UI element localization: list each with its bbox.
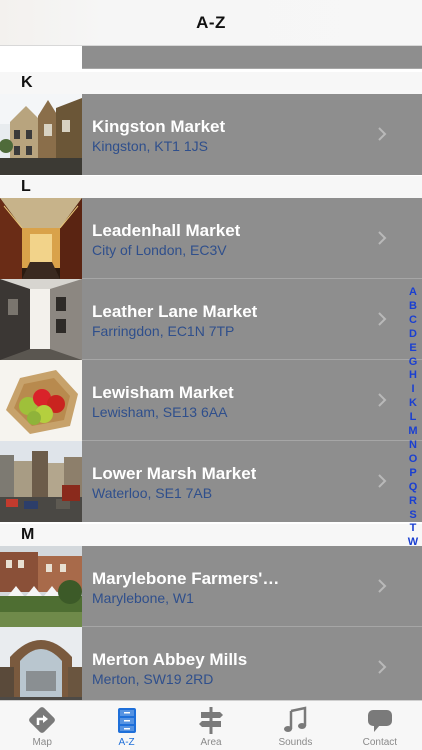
index-letter[interactable]: O (409, 453, 418, 467)
speech-bubble-icon (364, 705, 396, 735)
chevron-right-icon (378, 660, 387, 674)
row-separator (82, 68, 422, 69)
market-name: Leather Lane Market (92, 302, 258, 321)
index-letter[interactable]: E (409, 342, 416, 356)
tab-sounds[interactable]: Sounds (253, 701, 337, 750)
chevron-right-icon (378, 579, 387, 593)
market-address: Merton, SW19 2RD (92, 671, 214, 687)
index-letter[interactable]: A (409, 286, 417, 300)
tab-map[interactable]: Map (0, 701, 84, 750)
tab-label: A-Z (118, 737, 135, 748)
index-letter[interactable]: C (409, 314, 417, 328)
list-item-lower-marsh-market[interactable]: Lower Marsh Market Waterloo, SE1 7AB (0, 441, 422, 522)
market-name: Marylebone Farmers' Market (92, 569, 282, 588)
index-letter[interactable]: P (409, 467, 416, 481)
index-letter[interactable]: B (409, 300, 417, 314)
market-thumbnail (0, 198, 82, 279)
market-thumbnail (0, 94, 82, 175)
index-letter[interactable]: W (408, 536, 418, 550)
index-letter[interactable]: N (409, 439, 417, 453)
index-letter[interactable]: L (410, 411, 417, 425)
market-name: Merton Abbey Mills (92, 650, 248, 669)
chevron-right-icon (378, 312, 387, 326)
market-thumbnail (0, 46, 82, 69)
list-item-leadenhall-market[interactable]: Leadenhall Market City of London, EC3V (0, 198, 422, 279)
market-thumbnail (0, 279, 82, 360)
list-item[interactable] (0, 46, 422, 69)
market-name: Lewisham Market (92, 383, 234, 402)
page-title: A-Z (196, 12, 226, 32)
market-list[interactable]: I K Kingston Market Kin (0, 46, 422, 700)
index-letter[interactable]: S (409, 509, 416, 523)
index-letter[interactable]: G (409, 356, 418, 370)
list-item-leather-lane-market[interactable]: Leather Lane Market Farringdon, EC1N 7TP (0, 279, 422, 360)
navigation-bar: A-Z (0, 0, 422, 46)
market-address: Lewisham, SE13 6AA (92, 404, 228, 420)
tab-area[interactable]: Area (169, 701, 253, 750)
tab-a-z[interactable]: A-Z (84, 701, 168, 750)
index-letter[interactable]: K (409, 397, 417, 411)
tab-contact[interactable]: Contact (338, 701, 422, 750)
market-thumbnail (0, 546, 82, 627)
market-address: Kingston, KT1 1JS (92, 138, 208, 154)
cabinet-icon (111, 705, 143, 735)
chevron-right-icon (378, 474, 387, 488)
index-letter[interactable]: I (411, 383, 414, 397)
tab-label: Map (32, 737, 52, 748)
index-letter[interactable]: Q (409, 481, 418, 495)
map-icon (26, 705, 58, 735)
section-header-k: K (0, 72, 422, 94)
index-letter[interactable]: D (409, 328, 417, 342)
chevron-right-icon (378, 393, 387, 407)
market-address: Farringdon, EC1N 7TP (92, 323, 235, 339)
index-letter[interactable]: T (410, 522, 417, 536)
index-letter[interactable]: M (408, 425, 417, 439)
market-name: Kingston Market (92, 117, 226, 136)
section-header-l: L (0, 176, 422, 198)
tab-label: Sounds (278, 737, 313, 748)
market-address: Waterloo, SE1 7AB (92, 485, 213, 501)
list-item-marylebone-farmers-market[interactable]: Marylebone Farmers' Market Marylebone, W… (0, 546, 422, 627)
index-letter[interactable]: R (409, 495, 417, 509)
market-address: Marylebone, W1 (92, 590, 194, 606)
market-thumbnail (0, 441, 82, 522)
signpost-icon (195, 705, 227, 735)
list-item-kingston-market[interactable]: Kingston Market Kingston, KT1 1JS (0, 94, 422, 175)
tab-label: Area (200, 737, 222, 748)
tab-label: Contact (362, 737, 398, 748)
market-name: Leadenhall Market (92, 221, 241, 240)
index-letter[interactable]: H (409, 369, 417, 383)
music-note-icon (279, 705, 311, 735)
list-item-merton-abbey-mills[interactable]: Merton Abbey Mills Merton, SW19 2RD (0, 627, 422, 700)
market-thumbnail (0, 360, 82, 441)
market-thumbnail (0, 627, 82, 700)
market-name: Lower Marsh Market (92, 464, 257, 483)
alphabet-index[interactable]: ABCDEGHIKLMNOPQRSTW (406, 286, 420, 550)
tab-bar: Map A-Z Area Sounds Contact (0, 700, 422, 750)
market-address: City of London, EC3V (92, 242, 227, 258)
section-header-m: M (0, 524, 422, 546)
chevron-right-icon (378, 127, 387, 141)
list-item-lewisham-market[interactable]: Lewisham Market Lewisham, SE13 6AA (0, 360, 422, 441)
chevron-right-icon (378, 231, 387, 245)
